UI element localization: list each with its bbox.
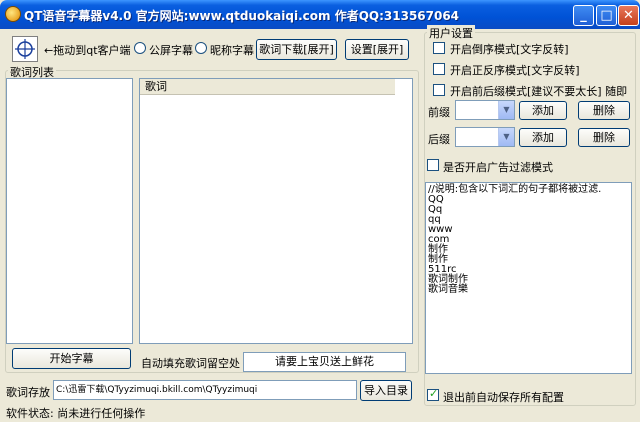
close-button[interactable]: ✕ (618, 5, 639, 26)
start-subtitle-button[interactable]: 开始字幕 (12, 348, 131, 369)
filter-word-line: 制作 (428, 244, 448, 255)
radio-public-label: 公屏字幕 (149, 44, 193, 57)
prefix-delete-button[interactable]: 删除 (578, 101, 630, 120)
chevron-down-icon: ▼ (498, 101, 514, 119)
forward-reverse-mode-label: 开启正反序模式[文字反转] (450, 64, 580, 77)
suffix-add-button[interactable]: 添加 (519, 128, 567, 147)
window-title: QT语音字幕器v4.0 官方网站:www.qtduokaiqi.com 作者QQ… (24, 9, 460, 23)
lyrics-column-header[interactable]: 歌词 (140, 79, 395, 95)
autofill-input[interactable]: 请要上宝贝送上鲜花 (243, 352, 406, 372)
ad-filter-label: 是否开启广告过滤模式 (443, 161, 553, 174)
radio-nickname-subtitle[interactable] (195, 42, 207, 54)
filter-word-line: 制作 (428, 254, 448, 265)
filter-word-line: qq (428, 214, 441, 225)
reverse-mode-checkbox[interactable] (433, 42, 445, 54)
radio-public-subtitle[interactable] (134, 42, 146, 54)
close-icon: ✕ (623, 8, 634, 23)
filter-word-line: QQ (428, 194, 444, 205)
prefix-suffix-mode-label: 开启前后缀模式[建议不要太长] 随即 (450, 85, 628, 98)
suffix-select[interactable]: ▼ (455, 127, 515, 147)
autofill-label: 自动填充歌词留空处 (141, 357, 240, 370)
filter-word-line: 歌词音樂 (428, 284, 468, 295)
settings-button[interactable]: 设置[展开] (345, 39, 409, 60)
crosshair-drag-target[interactable] (12, 36, 38, 62)
filter-words-content: //说明:包含以下词汇的句子都将被过滤. QQ Qq qq www com 制作 制作 511r… (426, 183, 631, 297)
ad-filter-checkbox[interactable] (427, 159, 439, 171)
forward-reverse-mode-checkbox[interactable] (433, 63, 445, 75)
maximize-icon: □ (600, 8, 613, 23)
prefix-suffix-mode-checkbox[interactable] (433, 84, 445, 96)
autosave-checkbox[interactable] (427, 387, 439, 401)
app-icon (5, 6, 21, 22)
minimize-button[interactable]: _ (573, 5, 594, 26)
import-directory-button[interactable]: 导入目录 (360, 380, 412, 401)
user-settings-title: 用户设置 (427, 25, 475, 41)
lyrics-content-list[interactable]: 歌词 (139, 78, 413, 344)
lyrics-download-button[interactable]: 歌词下载[展开] (256, 39, 337, 60)
autosave-label: 退出前自动保存所有配置 (443, 391, 564, 404)
storage-label: 歌词存放 (6, 386, 50, 399)
filter-word-line: Qq (428, 204, 443, 215)
suffix-label: 后缀 (428, 133, 450, 146)
suffix-delete-button[interactable]: 删除 (578, 128, 630, 147)
filter-words-textarea[interactable]: //说明:包含以下词汇的句子都将被过滤. QQ Qq qq www com 制作 制作 511r… (425, 182, 632, 374)
drag-instruction: ←拖动到qt客户端 (44, 44, 131, 57)
filter-word-line: com (428, 234, 450, 245)
radio-nickname-label: 昵称字幕 (210, 44, 254, 57)
prefix-add-button[interactable]: 添加 (519, 101, 567, 120)
prefix-select[interactable]: ▼ (455, 100, 515, 120)
status-text: 软件状态: 尚未进行任何操作 (6, 407, 146, 420)
filter-word-line: //说明:包含以下词汇的句子都将被过滤. (428, 184, 602, 195)
crosshair-icon (15, 39, 35, 59)
minimize-icon: _ (580, 8, 587, 23)
reverse-mode-label: 开启倒序模式[文字反转] (450, 43, 569, 56)
prefix-label: 前缀 (428, 106, 450, 119)
filter-word-line: www (428, 224, 453, 235)
lyrics-file-list[interactable] (6, 78, 133, 344)
maximize-button[interactable]: □ (596, 5, 617, 26)
chevron-down-icon: ▼ (498, 128, 514, 146)
storage-path-input[interactable]: C:\迅雷下载\QTyyzimuqi.bkill.com\QTyyzimuqi (53, 380, 357, 400)
title-bar: QT语音字幕器v4.0 官方网站:www.qtduokaiqi.com 作者QQ… (0, 0, 640, 29)
